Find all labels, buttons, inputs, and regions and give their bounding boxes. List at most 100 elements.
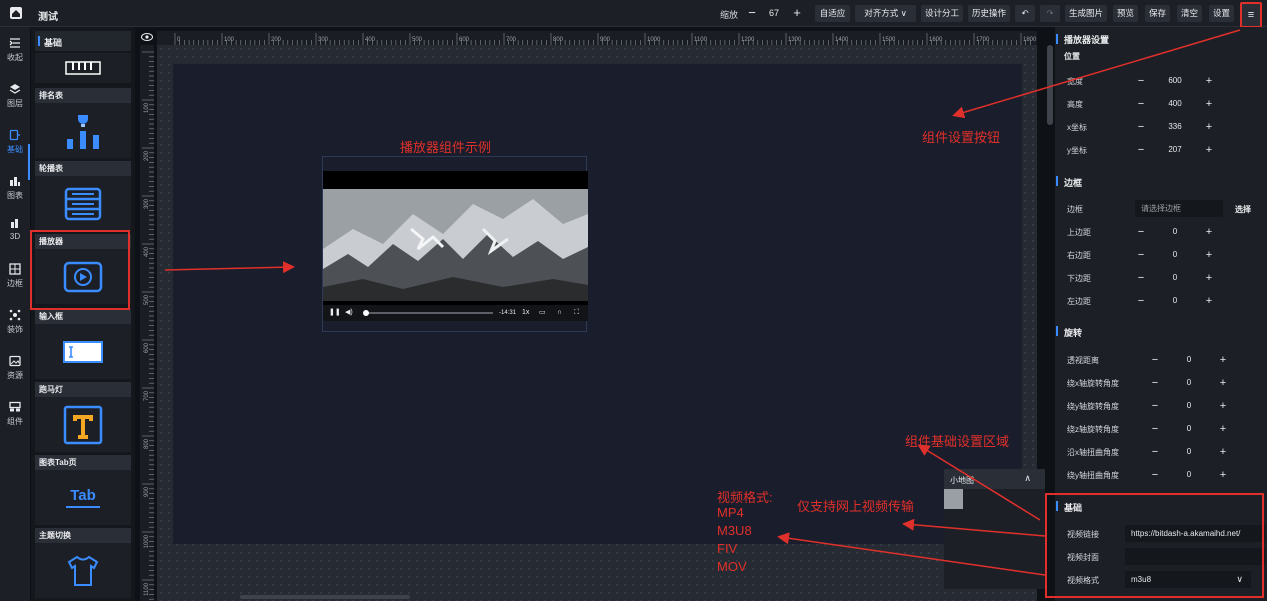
speed-button[interactable]: 1x <box>522 308 529 318</box>
x-stepper[interactable]: − 336 + <box>1133 119 1217 135</box>
decrement-button[interactable]: − <box>1147 421 1163 437</box>
component-card-theme-switch[interactable]: 主题切换 <box>35 528 131 598</box>
margin-top-stepper[interactable]: − 0 + <box>1133 224 1217 240</box>
decrement-button[interactable]: − <box>1133 293 1149 309</box>
width-stepper[interactable]: − 600 + <box>1133 73 1217 89</box>
vertical-scrollbar[interactable] <box>1047 45 1053 125</box>
rail-item-resource[interactable]: 资源 <box>0 351 30 387</box>
component-card-marquee[interactable]: 跑马灯 <box>35 382 131 452</box>
rotate-x-value[interactable]: 0 <box>1163 378 1215 387</box>
y-stepper[interactable]: − 207 + <box>1133 142 1217 158</box>
undo-button[interactable]: ↶ <box>1015 5 1035 22</box>
align-dropdown[interactable]: 对齐方式 ∨ <box>855 5 916 22</box>
decrement-button[interactable]: − <box>1133 247 1149 263</box>
save-button[interactable]: 保存 <box>1145 5 1170 22</box>
component-card-ranking[interactable]: 排名表 <box>35 88 131 158</box>
increment-button[interactable]: + <box>1215 444 1231 460</box>
design-canvas[interactable] <box>173 64 1022 544</box>
increment-button[interactable]: + <box>1201 293 1217 309</box>
eye-icon[interactable] <box>141 32 153 42</box>
increment-button[interactable]: + <box>1201 270 1217 286</box>
rail-item-3d[interactable]: 3D <box>0 213 30 249</box>
component-settings-menu-button[interactable]: ≡ <box>1240 2 1262 28</box>
decrement-button[interactable]: − <box>1133 142 1149 158</box>
height-stepper[interactable]: − 400 + <box>1133 96 1217 112</box>
zoom-in-button[interactable]: + <box>788 4 806 22</box>
skew-x-stepper[interactable]: − 0 + <box>1147 444 1231 460</box>
x-value[interactable]: 336 <box>1149 122 1201 131</box>
increment-button[interactable]: + <box>1215 398 1231 414</box>
video-frame[interactable] <box>323 189 588 301</box>
redo-button[interactable]: ↷ <box>1040 5 1060 22</box>
progress-bar[interactable] <box>365 312 493 314</box>
auto-fit-button[interactable]: 自适应 <box>815 5 850 22</box>
rail-item-basic[interactable]: 基础 <box>0 125 30 161</box>
video-player-component[interactable]: ❚❚ ◀) -14:31 1x ▭ ∩ ⛶ <box>322 156 588 332</box>
skew-y-stepper[interactable]: − 0 + <box>1147 467 1231 483</box>
rotate-z-stepper[interactable]: − 0 + <box>1147 421 1231 437</box>
margin-left-value[interactable]: 0 <box>1149 296 1201 305</box>
caption-icon[interactable]: ▭ <box>539 308 546 318</box>
border-select-button[interactable]: 选择 <box>1235 204 1251 215</box>
border-select-input[interactable]: 请选择边框 <box>1135 200 1223 217</box>
rail-item-layers[interactable]: 图层 <box>0 79 30 115</box>
increment-button[interactable]: + <box>1215 352 1231 368</box>
rotate-z-value[interactable]: 0 <box>1163 424 1215 433</box>
margin-right-value[interactable]: 0 <box>1149 250 1201 259</box>
increment-button[interactable]: + <box>1215 375 1231 391</box>
margin-left-stepper[interactable]: − 0 + <box>1133 293 1217 309</box>
rail-item-decoration[interactable]: 装饰 <box>0 305 30 341</box>
decrement-button[interactable]: − <box>1133 119 1149 135</box>
component-card-partial[interactable] <box>35 53 131 83</box>
y-value[interactable]: 207 <box>1149 145 1201 154</box>
zoom-out-button[interactable]: − <box>743 4 761 22</box>
decrement-button[interactable]: − <box>1133 73 1149 89</box>
minimap-header[interactable]: 小地图 ∧ <box>944 469 1045 489</box>
component-card-input[interactable]: 输入框 <box>35 309 131 379</box>
clear-button[interactable]: 清空 <box>1177 5 1202 22</box>
increment-button[interactable]: + <box>1201 224 1217 240</box>
decrement-button[interactable]: − <box>1147 398 1163 414</box>
height-value[interactable]: 400 <box>1149 99 1201 108</box>
rail-item-collapse[interactable]: 收起 <box>0 33 30 69</box>
zoom-value[interactable]: 67 <box>762 8 786 18</box>
increment-button[interactable]: + <box>1201 247 1217 263</box>
increment-button[interactable]: + <box>1201 119 1217 135</box>
minimap-viewport[interactable] <box>944 489 963 509</box>
margin-right-stepper[interactable]: − 0 + <box>1133 247 1217 263</box>
increment-button[interactable]: + <box>1215 421 1231 437</box>
chevron-up-icon[interactable]: ∧ <box>1024 473 1031 484</box>
decrement-button[interactable]: − <box>1147 444 1163 460</box>
skew-y-value[interactable]: 0 <box>1163 470 1215 479</box>
rail-item-border[interactable]: 边框 <box>0 259 30 295</box>
history-button[interactable]: 历史操作 <box>968 5 1010 22</box>
increment-button[interactable]: + <box>1201 73 1217 89</box>
rotate-y-value[interactable]: 0 <box>1163 401 1215 410</box>
rotate-x-stepper[interactable]: − 0 + <box>1147 375 1231 391</box>
horizontal-scrollbar[interactable] <box>240 595 410 599</box>
decrement-button[interactable]: − <box>1133 96 1149 112</box>
decrement-button[interactable]: − <box>1133 224 1149 240</box>
decrement-button[interactable]: − <box>1133 270 1149 286</box>
increment-button[interactable]: + <box>1201 96 1217 112</box>
skew-x-value[interactable]: 0 <box>1163 447 1215 456</box>
pause-icon[interactable]: ❚❚ <box>329 308 341 318</box>
rail-item-chart[interactable]: 图表 <box>0 171 30 207</box>
width-value[interactable]: 600 <box>1149 76 1201 85</box>
preview-button[interactable]: 预览 <box>1113 5 1138 22</box>
design-split-button[interactable]: 设计分工 <box>921 5 963 22</box>
increment-button[interactable]: + <box>1201 142 1217 158</box>
rotate-y-stepper[interactable]: − 0 + <box>1147 398 1231 414</box>
component-card-chart-tab[interactable]: 图表Tab页 Tab <box>35 455 131 525</box>
decrement-button[interactable]: − <box>1147 352 1163 368</box>
progress-handle[interactable] <box>363 310 369 316</box>
decrement-button[interactable]: − <box>1147 375 1163 391</box>
rail-item-component[interactable]: 组件 <box>0 397 30 433</box>
component-card-carousel-table[interactable]: 轮播表 <box>35 161 131 231</box>
volume-icon[interactable]: ◀) <box>345 308 353 318</box>
fullscreen-icon[interactable]: ⛶ <box>574 308 579 318</box>
decrement-button[interactable]: − <box>1147 467 1163 483</box>
increment-button[interactable]: + <box>1215 467 1231 483</box>
generate-image-button[interactable]: 生成图片 <box>1065 5 1107 22</box>
margin-bottom-stepper[interactable]: − 0 + <box>1133 270 1217 286</box>
